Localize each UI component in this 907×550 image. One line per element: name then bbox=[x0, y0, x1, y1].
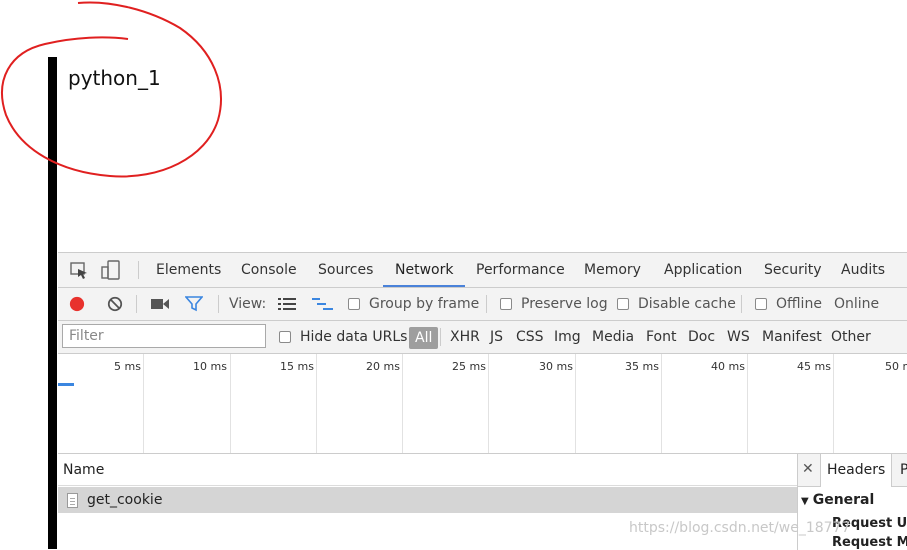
tab-application[interactable]: Application bbox=[652, 253, 754, 287]
watermark: https://blog.csdn.net/we_18777 bbox=[629, 520, 851, 536]
network-toolbar: View: Group by frame Preserve log Disabl… bbox=[58, 288, 907, 321]
request-method-label: Request M bbox=[832, 535, 907, 550]
document-icon bbox=[67, 492, 78, 508]
record-icon[interactable] bbox=[68, 296, 86, 312]
filter-type-xhr[interactable]: XHR bbox=[450, 321, 480, 353]
tab-performance[interactable]: Performance bbox=[464, 253, 577, 287]
timeline-gridline bbox=[575, 354, 576, 453]
filter-bar: Hide data URLs All XHR JS CSS Img Media … bbox=[58, 321, 907, 354]
request-timing-bar bbox=[58, 383, 74, 386]
request-row[interactable]: get_cookie bbox=[58, 487, 797, 513]
timeline-tick-label: 30 ms bbox=[539, 360, 573, 373]
throttling-select[interactable]: Online bbox=[834, 288, 879, 320]
filter-type-doc[interactable]: Doc bbox=[688, 321, 715, 353]
tab-console[interactable]: Console bbox=[229, 253, 309, 287]
tab-audits[interactable]: Audits bbox=[829, 253, 897, 287]
group-by-frame-label: Group by frame bbox=[369, 296, 480, 312]
tab-network[interactable]: Network bbox=[383, 253, 466, 287]
filter-type-js[interactable]: JS bbox=[490, 321, 503, 353]
network-overview-timeline[interactable]: 5 ms 10 ms 15 ms 20 ms 25 ms 30 ms 35 ms… bbox=[58, 354, 907, 454]
preserve-log-label: Preserve log bbox=[521, 296, 608, 312]
timeline-tick-label: 45 ms bbox=[797, 360, 831, 373]
timeline-tick-label: 5 ms bbox=[114, 360, 141, 373]
filter-type-css[interactable]: CSS bbox=[516, 321, 544, 353]
toolbar-separator bbox=[741, 295, 742, 313]
timeline-tick-label: 35 ms bbox=[625, 360, 659, 373]
preserve-log-checkbox[interactable]: Preserve log bbox=[500, 288, 608, 320]
hide-data-urls-label: Hide data URLs bbox=[300, 329, 408, 345]
waterfall-view-icon[interactable] bbox=[312, 298, 334, 310]
offline-label: Offline bbox=[776, 296, 822, 312]
device-toolbar-icon[interactable] bbox=[100, 260, 122, 280]
timeline-tick-label: 25 ms bbox=[452, 360, 486, 373]
inspect-element-icon[interactable] bbox=[68, 260, 90, 280]
checkbox-box[interactable] bbox=[755, 298, 767, 310]
request-name[interactable]: get_cookie bbox=[87, 492, 162, 508]
red-annotation-circle bbox=[1, 1, 222, 178]
checkbox-box[interactable] bbox=[279, 331, 291, 343]
general-section-header[interactable]: ▼ General bbox=[801, 492, 874, 508]
timeline-tick-label: 50 ms bbox=[885, 360, 907, 373]
page-left-border bbox=[48, 57, 57, 549]
view-label: View: bbox=[229, 296, 267, 312]
filter-icon[interactable] bbox=[185, 296, 203, 312]
timeline-gridline bbox=[833, 354, 834, 453]
filter-type-other[interactable]: Other bbox=[831, 321, 871, 353]
toolbar-separator bbox=[136, 295, 137, 313]
checkbox-box[interactable] bbox=[348, 298, 360, 310]
timeline-tick-label: 20 ms bbox=[366, 360, 400, 373]
devtools-tab-bar: Elements Console Sources Network Perform… bbox=[58, 253, 907, 288]
timeline-gridline bbox=[316, 354, 317, 453]
checkbox-box[interactable] bbox=[500, 298, 512, 310]
filter-type-manifest[interactable]: Manifest bbox=[762, 321, 822, 353]
timeline-tick-label: 40 ms bbox=[711, 360, 745, 373]
tab-headers[interactable]: Headers bbox=[820, 454, 893, 487]
tab-preview[interactable]: Pr bbox=[894, 454, 907, 486]
timeline-tick-label: 10 ms bbox=[193, 360, 227, 373]
details-tab-bar: ✕ Headers Pr bbox=[798, 454, 907, 487]
filter-type-all[interactable]: All bbox=[409, 327, 439, 349]
name-column-header[interactable]: Name bbox=[58, 454, 797, 486]
tab-security[interactable]: Security bbox=[752, 253, 834, 287]
filter-type-ws[interactable]: WS bbox=[727, 321, 750, 353]
tab-separator bbox=[138, 261, 139, 279]
list-view-icon[interactable] bbox=[278, 298, 296, 310]
disable-cache-label: Disable cache bbox=[638, 296, 736, 312]
toolbar-separator bbox=[486, 295, 487, 313]
page-heading: python_1 bbox=[68, 66, 161, 90]
timeline-gridline bbox=[143, 354, 144, 453]
timeline-gridline bbox=[230, 354, 231, 453]
filter-type-font[interactable]: Font bbox=[646, 321, 676, 353]
clear-icon[interactable] bbox=[106, 296, 124, 312]
timeline-gridline bbox=[488, 354, 489, 453]
timeline-gridline bbox=[747, 354, 748, 453]
tab-memory[interactable]: Memory bbox=[572, 253, 653, 287]
toolbar-separator bbox=[218, 295, 219, 313]
hide-data-urls-checkbox[interactable]: Hide data URLs bbox=[279, 321, 407, 353]
filter-type-media[interactable]: Media bbox=[592, 321, 634, 353]
timeline-tick-label: 15 ms bbox=[280, 360, 314, 373]
capture-screenshots-icon[interactable] bbox=[150, 297, 170, 311]
disable-cache-checkbox[interactable]: Disable cache bbox=[617, 288, 736, 320]
close-icon[interactable]: ✕ bbox=[802, 461, 814, 477]
filter-type-img[interactable]: Img bbox=[554, 321, 581, 353]
offline-checkbox[interactable]: Offline bbox=[755, 288, 822, 320]
devtools-panel: Elements Console Sources Network Perform… bbox=[58, 252, 907, 550]
timeline-gridline bbox=[661, 354, 662, 453]
timeline-gridline bbox=[402, 354, 403, 453]
group-by-frame-checkbox[interactable]: Group by frame bbox=[348, 288, 479, 320]
tab-elements[interactable]: Elements bbox=[144, 253, 233, 287]
general-label: General bbox=[812, 492, 875, 508]
triangle-down-icon: ▼ bbox=[801, 496, 809, 507]
checkbox-box[interactable] bbox=[617, 298, 629, 310]
filter-input[interactable] bbox=[62, 324, 266, 348]
filter-separator bbox=[440, 328, 441, 346]
tab-sources[interactable]: Sources bbox=[306, 253, 385, 287]
